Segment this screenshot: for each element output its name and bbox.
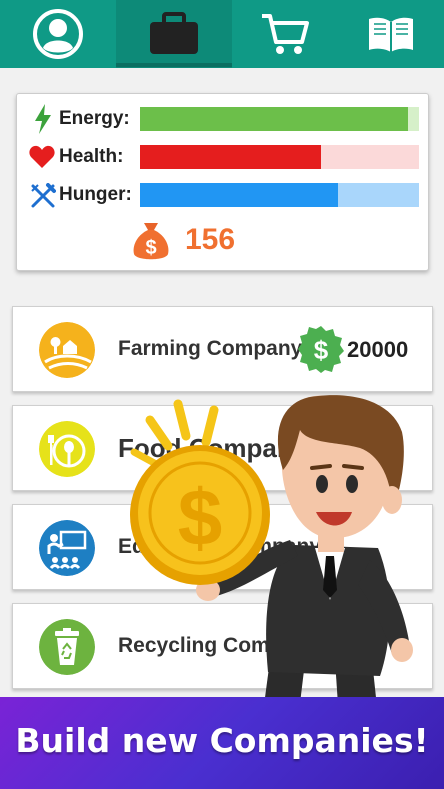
tab-companies[interactable]	[116, 0, 232, 68]
hunger-label: Hunger:	[59, 184, 132, 205]
promo-banner-text: Build new Companies!	[15, 721, 429, 760]
energy-row: Energy:	[17, 104, 428, 134]
health-label: Health:	[59, 146, 124, 167]
user-avatar-icon	[33, 9, 83, 59]
fork-knife-icon	[31, 183, 56, 208]
farm-icon	[39, 322, 95, 378]
recycle-bin-icon	[39, 619, 95, 675]
heart-icon	[29, 145, 55, 168]
dollar-badge-icon: $	[298, 326, 344, 373]
money-amount: 156	[185, 223, 236, 256]
energy-bar	[140, 107, 419, 131]
hunger-bar	[140, 183, 419, 207]
health-bar-fill	[140, 145, 322, 169]
money-bag-icon: $	[133, 223, 169, 260]
company-name: Recycling Company	[118, 634, 319, 657]
health-row: Health:	[17, 142, 428, 172]
company-name: Food Company	[118, 433, 308, 463]
tab-guide[interactable]	[338, 0, 444, 68]
player-stats-panel: Energy: Health: Hunger: $ 156	[16, 93, 429, 271]
health-bar	[140, 145, 419, 169]
energy-bar-fill	[140, 107, 408, 131]
energy-label: Energy:	[59, 108, 130, 129]
company-card-farming[interactable]: Farming Company $ 20000	[12, 306, 433, 392]
tab-shop[interactable]	[232, 0, 338, 68]
food-plate-icon	[39, 421, 95, 477]
lightning-icon	[35, 104, 51, 134]
hunger-row: Hunger:	[17, 180, 428, 210]
svg-text:$: $	[314, 335, 329, 365]
company-name: Education Company	[118, 535, 322, 558]
company-price-amount: 20000	[347, 337, 409, 362]
company-card-education[interactable]: Education Company	[12, 504, 433, 590]
company-name: Farming Company	[118, 337, 303, 360]
briefcase-icon	[150, 12, 198, 54]
svg-text:$: $	[145, 237, 156, 259]
company-price: $ 20000	[297, 325, 427, 375]
hunger-bar-fill	[140, 183, 339, 207]
shopping-cart-icon	[262, 14, 309, 54]
top-nav-bar	[0, 0, 444, 68]
company-card-recycling[interactable]: Recycling Company	[12, 603, 433, 689]
book-icon	[369, 17, 413, 52]
company-card-food[interactable]: Food Company	[12, 405, 433, 491]
promo-banner: Build new Companies!	[0, 697, 444, 789]
tab-profile[interactable]	[0, 0, 116, 68]
classroom-icon	[39, 520, 95, 576]
money-display: $ 156	[129, 219, 279, 263]
active-tab-indicator	[116, 63, 232, 67]
